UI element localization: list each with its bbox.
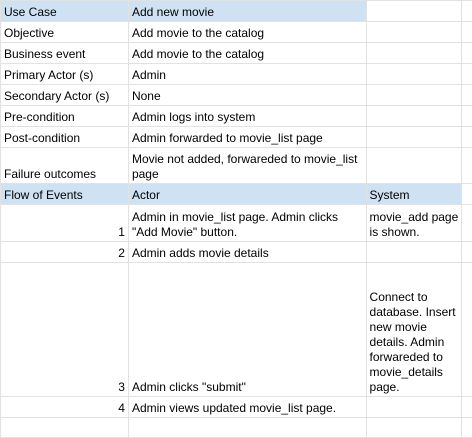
step-actor-cell[interactable]: Admin adds movie details <box>128 242 366 263</box>
empty-cell[interactable] <box>366 85 462 106</box>
empty-cell[interactable] <box>462 263 472 397</box>
empty-cell[interactable] <box>366 43 462 64</box>
step-system-cell[interactable]: Connect to database. Insert new movie de… <box>366 263 462 397</box>
empty-cell[interactable] <box>462 242 472 263</box>
system-header-cell[interactable]: System <box>366 184 462 205</box>
use-case-row: Use Case Add new movie <box>1 1 472 22</box>
empty-cell[interactable] <box>366 64 462 85</box>
flow-step-row: 1 Admin in movie_list page. Admin clicks… <box>1 205 472 242</box>
step-system-cell[interactable] <box>366 242 462 263</box>
empty-cell[interactable] <box>462 127 472 148</box>
step-number-cell[interactable]: 2 <box>1 242 129 263</box>
business-event-value-cell[interactable]: Add movie to the catalog <box>128 43 366 64</box>
step-number-cell[interactable]: 3 <box>1 263 129 397</box>
step-number-cell[interactable]: 4 <box>1 397 129 418</box>
postcondition-row: Post-condition Admin forwarded to movie_… <box>1 127 472 148</box>
empty-cell[interactable] <box>462 22 472 43</box>
use-case-spreadsheet: Use Case Add new movie Objective Add mov… <box>0 0 472 438</box>
failure-outcomes-value-cell[interactable]: Movie not added, forwareded to movie_lis… <box>128 148 366 184</box>
objective-value-cell[interactable]: Add movie to the catalog <box>128 22 366 43</box>
actor-header-cell[interactable]: Actor <box>128 184 366 205</box>
precondition-value-cell[interactable]: Admin logs into system <box>128 106 366 127</box>
secondary-actor-label-cell[interactable]: Secondary Actor (s) <box>1 85 129 106</box>
empty-cell[interactable] <box>366 106 462 127</box>
empty-cell[interactable] <box>462 64 472 85</box>
step-actor-cell[interactable]: Admin in movie_list page. Admin clicks "… <box>128 205 366 242</box>
business-event-row: Business event Add movie to the catalog <box>1 43 472 64</box>
empty-cell[interactable] <box>462 397 472 418</box>
objective-label-cell[interactable]: Objective <box>1 22 129 43</box>
secondary-actor-value-cell[interactable]: None <box>128 85 366 106</box>
empty-cell[interactable] <box>462 43 472 64</box>
use-case-label-cell[interactable]: Use Case <box>1 1 129 22</box>
empty-cell[interactable] <box>462 85 472 106</box>
objective-row: Objective Add movie to the catalog <box>1 22 472 43</box>
empty-cell[interactable] <box>366 418 462 438</box>
primary-actor-label-cell[interactable]: Primary Actor (s) <box>1 64 129 85</box>
empty-cell[interactable] <box>462 106 472 127</box>
empty-cell[interactable] <box>462 1 472 22</box>
precondition-label-cell[interactable]: Pre-condition <box>1 106 129 127</box>
empty-cell[interactable] <box>366 22 462 43</box>
primary-actor-value-cell[interactable]: Admin <box>128 64 366 85</box>
step-system-cell[interactable]: movie_add page is shown. <box>366 205 462 242</box>
empty-cell[interactable] <box>366 148 462 184</box>
empty-cell[interactable] <box>366 1 462 22</box>
flow-header-row: Flow of Events Actor System <box>1 184 472 205</box>
business-event-label-cell[interactable]: Business event <box>1 43 129 64</box>
failure-outcomes-row: Failure outcomes Movie not added, forwar… <box>1 148 472 184</box>
empty-cell[interactable] <box>1 418 129 438</box>
empty-row <box>1 418 472 438</box>
step-number-cell[interactable]: 1 <box>1 205 129 242</box>
flow-step-row: 2 Admin adds movie details <box>1 242 472 263</box>
empty-cell[interactable] <box>462 148 472 184</box>
step-system-cell[interactable] <box>366 397 462 418</box>
empty-cell[interactable] <box>462 205 472 242</box>
flow-step-row: 3 Admin clicks "submit" Connect to datab… <box>1 263 472 397</box>
flow-of-events-header-cell[interactable]: Flow of Events <box>1 184 129 205</box>
empty-cell[interactable] <box>128 418 366 438</box>
use-case-value-cell[interactable]: Add new movie <box>128 1 366 22</box>
secondary-actor-row: Secondary Actor (s) None <box>1 85 472 106</box>
step-actor-cell[interactable]: Admin views updated movie_list page. <box>128 397 366 418</box>
precondition-row: Pre-condition Admin logs into system <box>1 106 472 127</box>
empty-cell[interactable] <box>366 127 462 148</box>
empty-cell[interactable] <box>462 418 472 438</box>
empty-cell[interactable] <box>462 184 472 205</box>
postcondition-label-cell[interactable]: Post-condition <box>1 127 129 148</box>
failure-outcomes-label-cell[interactable]: Failure outcomes <box>1 148 129 184</box>
step-actor-cell[interactable]: Admin clicks "submit" <box>128 263 366 397</box>
postcondition-value-cell[interactable]: Admin forwarded to movie_list page <box>128 127 366 148</box>
flow-step-row: 4 Admin views updated movie_list page. <box>1 397 472 418</box>
primary-actor-row: Primary Actor (s) Admin <box>1 64 472 85</box>
